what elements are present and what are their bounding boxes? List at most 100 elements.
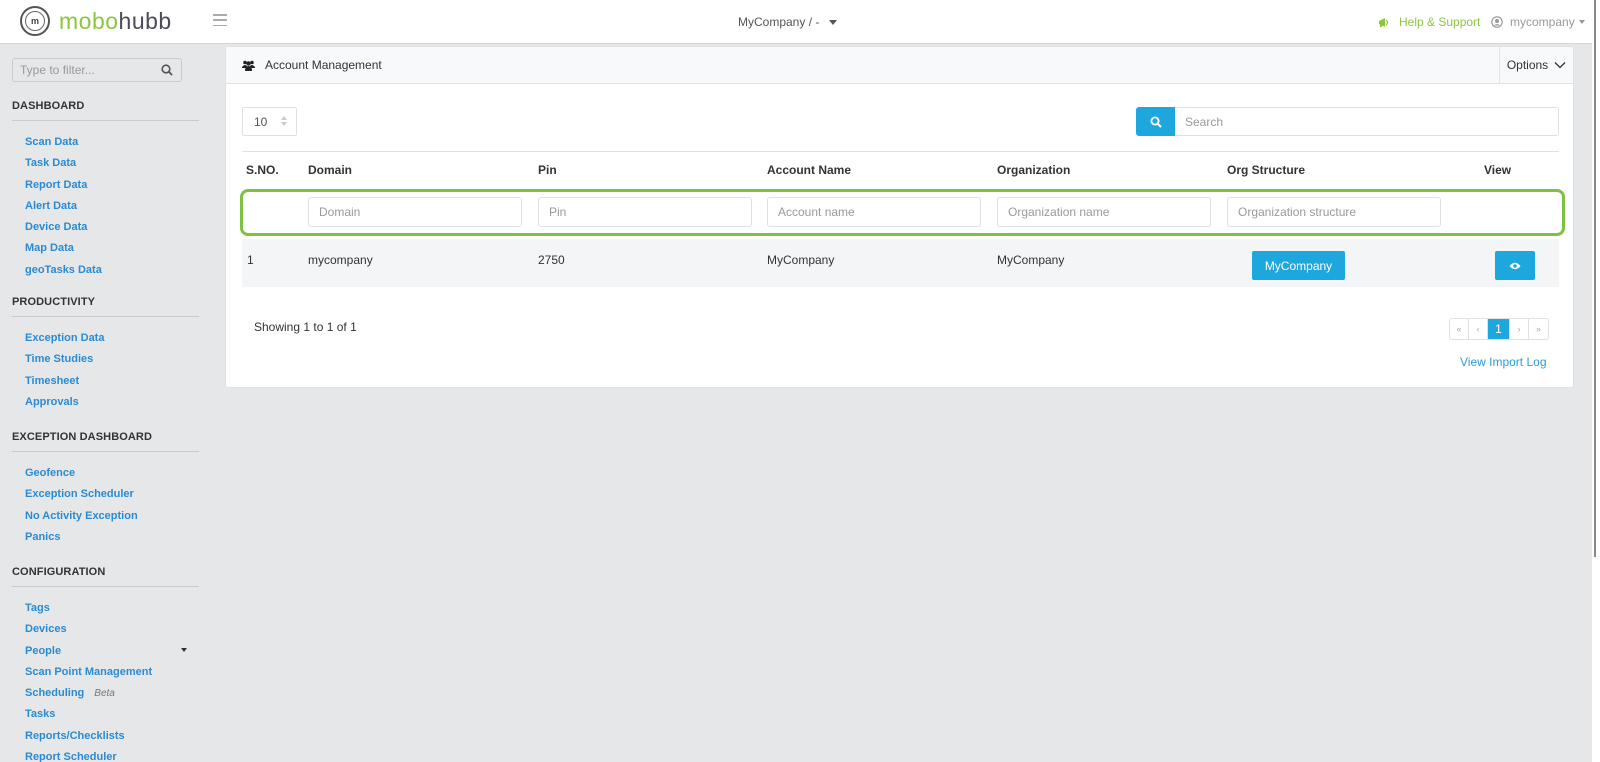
company-selector[interactable]: MyCompany / - xyxy=(738,15,838,29)
sidebar-link[interactable]: Scan Point Management xyxy=(25,666,152,678)
column-header-sno[interactable]: S.NO. xyxy=(246,163,279,177)
brand-part-1: mobo xyxy=(59,7,119,34)
sidebar-item-map-data[interactable]: Map Data xyxy=(12,236,199,257)
sidebar-item-timesheet[interactable]: Timesheet xyxy=(12,369,199,390)
table-info-text: Showing 1 to 1 of 1 xyxy=(254,320,357,334)
company-selector-label: MyCompany / - xyxy=(738,15,820,29)
sidebar-item-scan-data[interactable]: Scan Data xyxy=(12,130,199,151)
pagination-next-button[interactable]: › xyxy=(1510,319,1529,339)
sidebar-link[interactable]: People xyxy=(25,645,61,657)
sidebar-item-exception-data[interactable]: Exception Data xyxy=(12,326,199,347)
section-title: DASHBOARD xyxy=(12,100,199,121)
sidebar-item-exception-scheduler[interactable]: Exception Scheduler xyxy=(12,482,199,503)
caret-down-icon xyxy=(1578,20,1585,24)
sidebar-filter[interactable] xyxy=(12,58,182,82)
caret-down-icon[interactable] xyxy=(181,647,187,652)
sidebar-item-panics[interactable]: Panics xyxy=(12,525,199,546)
help-support-link[interactable]: Help & Support xyxy=(1378,15,1480,29)
sidebar-item-geofence[interactable]: Geofence xyxy=(12,461,199,482)
organization-filter-input[interactable] xyxy=(997,197,1211,227)
sidebar-item-approvals[interactable]: Approvals xyxy=(12,390,199,411)
users-icon xyxy=(242,60,255,71)
sidebar-item-devices[interactable]: Devices xyxy=(12,617,199,638)
logo-mark-letter: m xyxy=(30,16,39,26)
sidebar-link[interactable]: Map Data xyxy=(25,242,74,254)
pagination: « ‹ 1 › » xyxy=(1449,318,1549,340)
sidebar-link[interactable]: Scheduling xyxy=(25,687,84,699)
sort-arrows-icon xyxy=(281,116,287,126)
sidebar-item-tasks[interactable]: Tasks xyxy=(12,702,199,723)
sidebar-link[interactable]: Time Studies xyxy=(25,353,93,365)
sidebar-item-no-activity-exception[interactable]: No Activity Exception xyxy=(12,504,199,525)
cell-account-name: MyCompany xyxy=(767,253,835,267)
brand-part-2: hubb xyxy=(118,7,172,34)
sidebar-link[interactable]: Reports/Checklists xyxy=(25,730,125,742)
page-length-select[interactable]: 10 xyxy=(242,107,297,136)
sidebar-link[interactable]: Scan Data xyxy=(25,136,78,148)
sidebar-link[interactable]: Exception Data xyxy=(25,332,104,344)
sidebar-link[interactable]: Task Data xyxy=(25,157,76,169)
search-icon[interactable] xyxy=(161,64,173,76)
panel-title-text: Account Management xyxy=(265,58,382,72)
sidebar-item-report-data[interactable]: Report Data xyxy=(12,173,199,194)
sidebar-item-scheduling[interactable]: Scheduling Beta xyxy=(12,681,199,702)
sidebar-item-people[interactable]: People xyxy=(12,639,199,660)
org-structure-filter-input[interactable] xyxy=(1227,197,1441,227)
options-dropdown[interactable]: Options xyxy=(1499,47,1573,83)
sidebar-item-alert-data[interactable]: Alert Data xyxy=(12,194,199,215)
sidebar-filter-input[interactable] xyxy=(13,63,153,77)
user-circle-icon xyxy=(1491,16,1503,28)
column-header-pin[interactable]: Pin xyxy=(538,163,557,177)
sidebar-link[interactable]: Exception Scheduler xyxy=(25,488,134,500)
sidebar-link[interactable]: Report Scheduler xyxy=(25,751,117,762)
scrollbar-thumb[interactable] xyxy=(1594,0,1596,557)
pagination-last-button[interactable]: » xyxy=(1529,319,1548,339)
sidebar-link[interactable]: Panics xyxy=(25,531,60,543)
sidebar-link[interactable]: Devices xyxy=(25,623,67,635)
column-header-account-name[interactable]: Account Name xyxy=(767,163,851,177)
sidebar-link[interactable]: No Activity Exception xyxy=(25,510,138,522)
sidebar-link[interactable]: Device Data xyxy=(25,221,87,233)
sidebar-link[interactable]: geoTasks Data xyxy=(25,264,102,276)
column-header-org-structure[interactable]: Org Structure xyxy=(1227,163,1305,177)
sidebar-link[interactable]: Report Data xyxy=(25,179,87,191)
brand-name: mobohubb xyxy=(59,8,172,35)
sidebar-item-report-scheduler[interactable]: Report Scheduler xyxy=(12,745,199,762)
pagination-page-button[interactable]: 1 xyxy=(1488,319,1510,339)
hamburger-menu-icon[interactable] xyxy=(213,13,227,27)
sidebar-link[interactable]: Tags xyxy=(25,602,50,614)
domain-filter-input[interactable] xyxy=(308,197,522,227)
sidebar-link[interactable]: Tasks xyxy=(25,708,55,720)
column-header-view[interactable]: View xyxy=(1484,163,1511,177)
pagination-prev-button[interactable]: ‹ xyxy=(1469,319,1488,339)
sidebar-item-scan-point-management[interactable]: Scan Point Management xyxy=(12,660,199,681)
column-header-domain[interactable]: Domain xyxy=(308,163,352,177)
cell-organization: MyCompany xyxy=(997,253,1065,267)
user-menu[interactable]: mycompany xyxy=(1491,15,1585,29)
page-length-value: 10 xyxy=(254,115,268,129)
column-header-organization[interactable]: Organization xyxy=(997,163,1070,177)
sidebar-link[interactable]: Timesheet xyxy=(25,375,79,387)
sidebar-item-time-studies[interactable]: Time Studies xyxy=(12,347,199,368)
sidebar-section-configuration: CONFIGURATION Tags Devices People Scan P… xyxy=(12,566,199,762)
sidebar-link[interactable]: Approvals xyxy=(25,396,79,408)
eye-icon xyxy=(1509,262,1521,269)
sidebar-link[interactable]: Alert Data xyxy=(25,200,77,212)
sidebar-item-tags[interactable]: Tags xyxy=(12,596,199,617)
view-import-log-link[interactable]: View Import Log xyxy=(1460,355,1547,369)
logo[interactable]: m mobohubb xyxy=(20,6,172,36)
sidebar-section-dashboard: DASHBOARD Scan Data Task Data Report Dat… xyxy=(12,100,199,279)
org-structure-button[interactable]: MyCompany xyxy=(1252,251,1345,280)
sidebar-link[interactable]: Geofence xyxy=(25,467,75,479)
sidebar-item-task-data[interactable]: Task Data xyxy=(12,151,199,172)
pagination-first-button[interactable]: « xyxy=(1450,319,1469,339)
sidebar-item-device-data[interactable]: Device Data xyxy=(12,215,199,236)
view-button[interactable] xyxy=(1495,251,1535,280)
pin-filter-input[interactable] xyxy=(538,197,752,227)
sidebar-item-geotasks-data[interactable]: geoTasks Data xyxy=(12,258,199,279)
search-button[interactable] xyxy=(1136,107,1175,136)
help-support-label: Help & Support xyxy=(1399,15,1481,29)
search-input[interactable] xyxy=(1175,107,1559,136)
account-name-filter-input[interactable] xyxy=(767,197,981,227)
sidebar-item-reports-checklists[interactable]: Reports/Checklists xyxy=(12,724,199,745)
